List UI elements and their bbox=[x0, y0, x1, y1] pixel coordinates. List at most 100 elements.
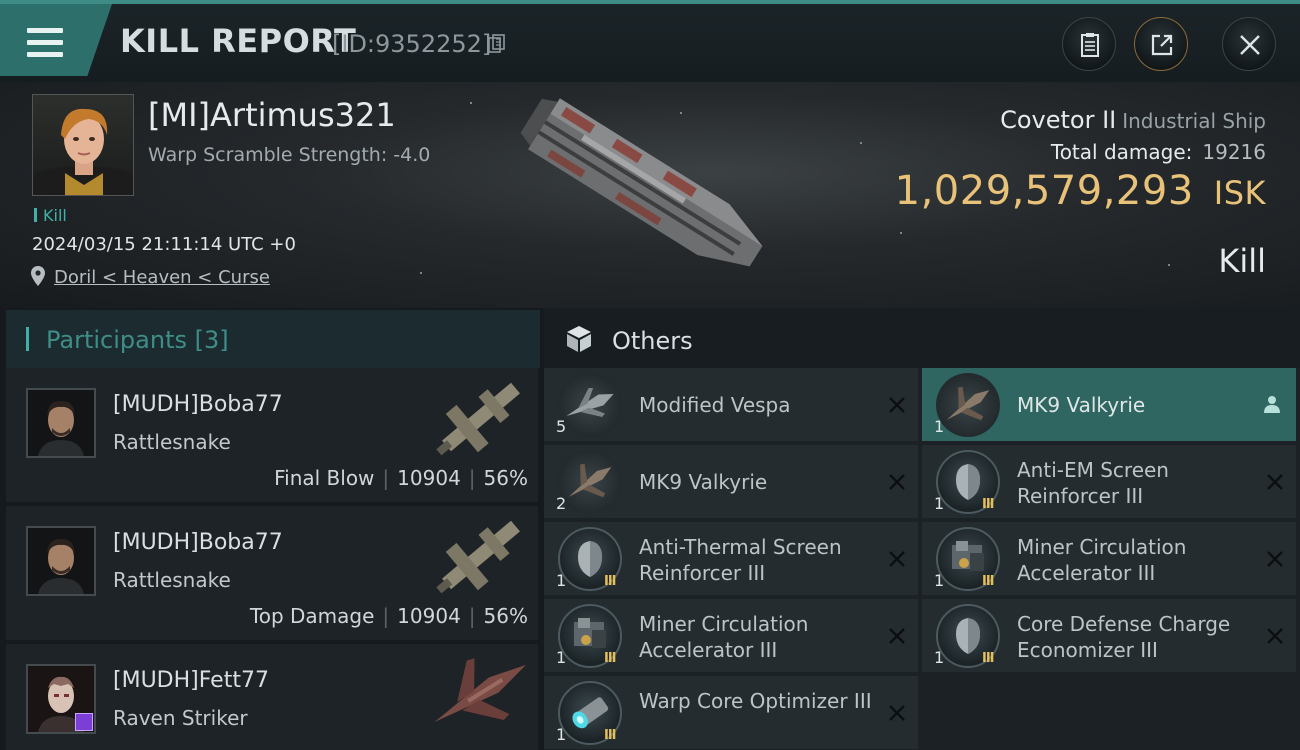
item-anti-thermal-screen-reinforcer[interactable]: 1 III Anti-Thermal Screen Reinforcer III bbox=[544, 522, 918, 595]
share-icon bbox=[1151, 34, 1173, 56]
participant-percent: 56% bbox=[483, 604, 528, 628]
total-damage-value: 19216 bbox=[1202, 140, 1266, 164]
item-core-defense-charge-economizer[interactable]: 1 III Core Defense Charge Economizer III bbox=[922, 599, 1296, 672]
item-quantity: 2 bbox=[556, 494, 567, 513]
drone-icon bbox=[558, 373, 622, 437]
item-name: Miner Circulation Accelerator III bbox=[1017, 535, 1187, 585]
header-bar: KILL REPORT [ID:9352252] bbox=[0, 0, 1300, 82]
destroyed-x-icon bbox=[889, 397, 905, 413]
participant-ship: Raven Striker bbox=[113, 706, 248, 730]
participant-damage: 10904 bbox=[397, 466, 461, 490]
participant-row[interactable]: [MUDH]Boba77 Rattlesnake Top Damage | 1090… bbox=[6, 506, 538, 640]
item-quantity: 1 bbox=[934, 571, 945, 590]
item-meta-level: III bbox=[604, 728, 616, 743]
destroyed-x-icon bbox=[889, 705, 905, 721]
share-button[interactable] bbox=[1134, 17, 1188, 71]
participant-ship: Rattlesnake bbox=[113, 430, 231, 454]
item-miner-circulation-accelerator[interactable]: 1 III Miner Circulation Accelerator III bbox=[544, 599, 918, 672]
item-name: Anti-EM Screen Reinforcer III bbox=[1017, 458, 1169, 508]
participant-avatar[interactable] bbox=[26, 388, 96, 458]
premium-badge-icon bbox=[75, 713, 93, 731]
item-mk9-valkyrie[interactable]: 1 MK9 Valkyrie bbox=[922, 368, 1296, 441]
item-modified-vespa[interactable]: 5 Modified Vespa bbox=[544, 368, 918, 441]
item-warp-core-optimizer[interactable]: 1 III Warp Core Optimizer III bbox=[544, 676, 918, 749]
cube-icon bbox=[567, 326, 591, 352]
tab-indicator bbox=[26, 327, 29, 351]
report-id: [ID:9352252] bbox=[332, 30, 492, 58]
participant-ship: Rattlesnake bbox=[113, 568, 231, 592]
page-title: KILL REPORT bbox=[120, 22, 357, 60]
item-meta-level: III bbox=[982, 651, 994, 666]
item-name: MK9 Valkyrie bbox=[639, 470, 768, 494]
destroyed-x-icon bbox=[889, 628, 905, 644]
item-name: Anti-Thermal Screen Reinforcer III bbox=[639, 535, 842, 585]
others-label: Others bbox=[612, 327, 693, 355]
participant-stats: Final Blow | 10904 | 56% bbox=[274, 466, 528, 490]
participant-name[interactable]: [MUDH]Boba77 bbox=[113, 530, 283, 555]
item-name: Miner Circulation Accelerator III bbox=[639, 612, 809, 662]
victim-name[interactable]: [MI]Artimus321 bbox=[148, 96, 396, 134]
location-pin-icon bbox=[31, 266, 45, 286]
item-quantity: 1 bbox=[934, 494, 945, 513]
menu-button[interactable] bbox=[0, 4, 112, 76]
total-damage: Total damage: 19216 bbox=[1051, 140, 1266, 164]
destroyed-x-icon bbox=[1267, 551, 1283, 567]
drone-icon bbox=[558, 450, 622, 514]
pilot-user-icon[interactable] bbox=[1262, 394, 1282, 414]
others-item-grid: 5 Modified Vespa 1 MK9 Valkyrie 2 MK9 Va… bbox=[544, 368, 1300, 750]
item-name: Warp Core Optimizer III bbox=[639, 689, 872, 713]
rattlesnake-ship-icon bbox=[436, 382, 520, 456]
item-meta-level: III bbox=[604, 574, 616, 589]
item-mk9-valkyrie[interactable]: 2 MK9 Valkyrie bbox=[544, 445, 918, 518]
participants-label: Participants [3] bbox=[46, 326, 229, 354]
isk-amount: 1,029,579,293 bbox=[894, 168, 1194, 214]
item-quantity: 1 bbox=[556, 648, 567, 667]
item-quantity: 1 bbox=[556, 725, 567, 744]
close-icon bbox=[1240, 35, 1260, 55]
victim-portrait[interactable] bbox=[32, 94, 134, 196]
isk-unit: ISK bbox=[1213, 174, 1266, 212]
warp-scramble-strength: Warp Scramble Strength: -4.0 bbox=[148, 144, 431, 166]
clipboard-button[interactable] bbox=[1062, 17, 1116, 71]
total-damage-label: Total damage: bbox=[1050, 140, 1193, 164]
item-miner-circulation-accelerator[interactable]: 1 III Miner Circulation Accelerator III bbox=[922, 522, 1296, 595]
header-accent-line bbox=[0, 0, 1300, 4]
kill-result: Kill bbox=[1218, 242, 1266, 280]
participant-avatar[interactable] bbox=[26, 526, 96, 596]
participant-stats: Top Damage | 10904 | 56% bbox=[249, 604, 528, 628]
participant-percent: 56% bbox=[483, 466, 528, 490]
victim-summary: [MI]Artimus321 Warp Scramble Strength: -… bbox=[0, 82, 1300, 308]
rattlesnake-ship-icon bbox=[436, 520, 520, 594]
victim-ship-name[interactable]: Covetor II Industrial Ship bbox=[1000, 106, 1266, 134]
participant-role: Final Blow bbox=[274, 466, 375, 490]
participants-tab[interactable]: Participants [3] bbox=[6, 310, 540, 368]
isk-value: 1,029,579,293 ISK bbox=[895, 168, 1266, 214]
item-anti-em-screen-reinforcer[interactable]: 1 III Anti-EM Screen Reinforcer III bbox=[922, 445, 1296, 518]
raven-striker-ship-icon bbox=[434, 658, 526, 723]
item-quantity: 5 bbox=[556, 417, 567, 436]
victim-ship-image[interactable] bbox=[505, 90, 795, 290]
item-quantity: 1 bbox=[934, 417, 945, 436]
participant-name[interactable]: [MUDH]Fett77 bbox=[113, 668, 269, 693]
item-name: Core Defense Charge Economizer III bbox=[1017, 612, 1231, 662]
menu-icon[interactable] bbox=[27, 28, 63, 58]
close-button[interactable] bbox=[1222, 17, 1276, 71]
participant-row[interactable]: [MUDH]Boba77 Rattlesnake Final Blow | 1090… bbox=[6, 368, 538, 502]
destroyed-x-icon bbox=[1267, 628, 1283, 644]
item-meta-level: III bbox=[982, 574, 994, 589]
destroyed-x-icon bbox=[889, 474, 905, 490]
item-name: Modified Vespa bbox=[639, 393, 791, 417]
participants-panel: Participants [3] [MUDH]Boba77 Rattlesnak… bbox=[0, 308, 540, 750]
destroyed-x-icon bbox=[889, 551, 905, 567]
item-quantity: 1 bbox=[556, 571, 567, 590]
copy-icon[interactable] bbox=[488, 34, 506, 54]
location-link[interactable]: Doril < Heaven < Curse bbox=[54, 267, 270, 288]
drone-icon bbox=[936, 373, 1000, 437]
item-meta-level: III bbox=[982, 497, 994, 512]
participant-name[interactable]: [MUDH]Boba77 bbox=[113, 392, 283, 417]
participant-row[interactable]: [MUDH]Fett77 Raven Striker bbox=[6, 644, 538, 750]
destroyed-x-icon bbox=[1267, 474, 1283, 490]
participant-damage: 10904 bbox=[397, 604, 461, 628]
clipboard-icon bbox=[1081, 33, 1099, 57]
participant-avatar[interactable] bbox=[26, 664, 96, 734]
